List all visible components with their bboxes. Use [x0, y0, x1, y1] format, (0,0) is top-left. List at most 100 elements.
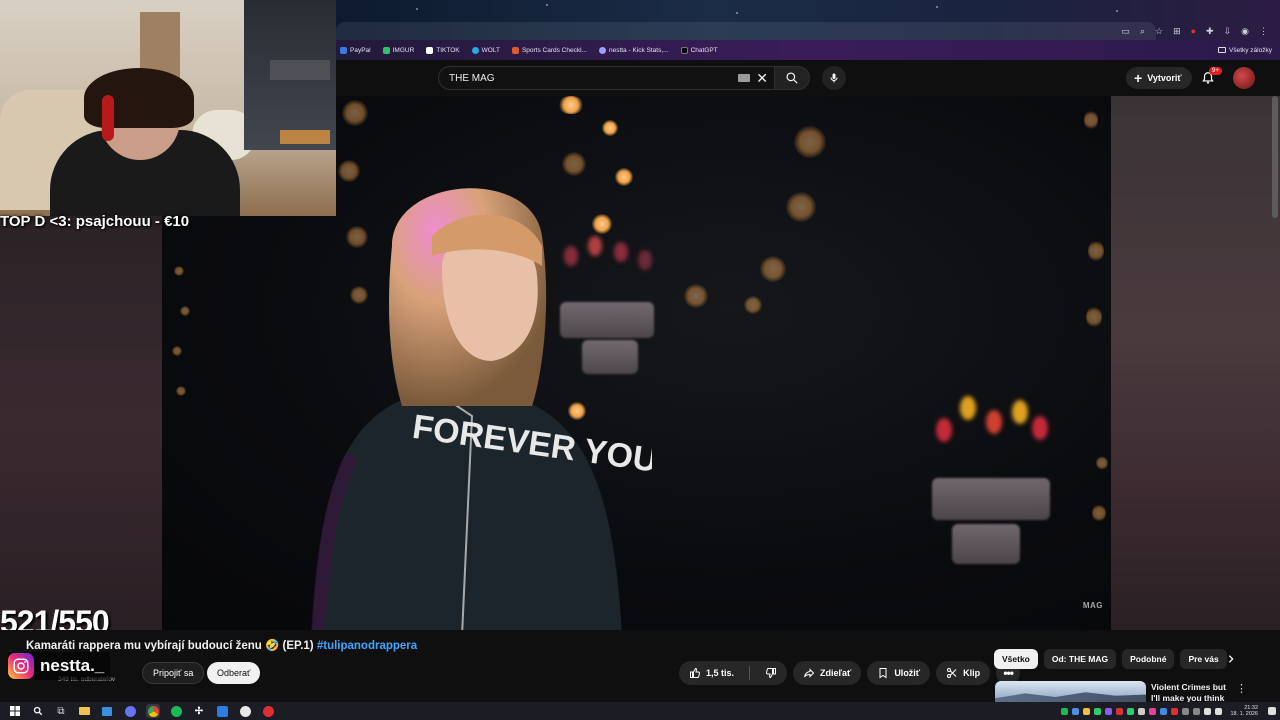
bookmark-item[interactable]: Sports Cards Checkl... [511, 46, 587, 54]
app-icon[interactable] [215, 704, 229, 718]
search-icon[interactable] [31, 704, 45, 718]
subscribe-button[interactable]: Odberať [207, 662, 261, 684]
tidal-icon[interactable]: ✢ [192, 704, 206, 718]
share-button[interactable]: Zdieľať [793, 661, 862, 685]
file-explorer-icon[interactable] [77, 704, 91, 718]
wifi-icon[interactable] [1204, 707, 1212, 715]
recommendation-thumbnail[interactable] [995, 681, 1146, 702]
bookmark-star-icon[interactable]: ☆ [1155, 26, 1163, 37]
address-bar[interactable] [336, 22, 1156, 40]
tray-icon[interactable] [1171, 707, 1179, 715]
bookmark-label: IMGUR [392, 46, 415, 54]
recorder-icon[interactable] [261, 704, 275, 718]
bookmark-item[interactable]: nestta - Kick Stats,... [598, 46, 669, 54]
chip-for-you[interactable]: Pre vás [1180, 649, 1227, 669]
bookmark-item[interactable]: WOLT [471, 46, 500, 54]
search-button[interactable] [774, 66, 810, 90]
discord-icon[interactable] [123, 704, 137, 718]
tray-icon[interactable] [1160, 707, 1168, 715]
obs-icon[interactable] [238, 704, 252, 718]
instagram-handle: nestta._ [40, 656, 105, 675]
dislike-button[interactable] [755, 661, 787, 685]
like-dislike-group: 1,5 tis. [679, 661, 788, 685]
bokeh-light [174, 266, 184, 276]
downloads-icon[interactable]: ⇩ [1224, 26, 1232, 37]
create-label: Vytvoriť [1147, 73, 1182, 83]
recommendation-menu-icon[interactable]: ⋮ [1236, 682, 1247, 695]
tray-icon[interactable] [1182, 707, 1190, 715]
bookmark-item[interactable]: IMGUR [382, 46, 415, 54]
chrome-icon[interactable] [146, 704, 160, 718]
chip-from-channel[interactable]: Od: THE MAG [1043, 649, 1117, 669]
join-button[interactable]: Pripojiť sa [142, 662, 205, 684]
tray-icon[interactable] [1149, 707, 1157, 715]
zoom-icon[interactable]: ⌕ [1140, 26, 1145, 37]
screen: ▭ ⌕ ☆ ⊞ ● ✚ ⇩ ◉ ⋮ PayPal IMGUR TIKTOK WO… [0, 0, 1280, 720]
browser-toolbar-icons: ▭ ⌕ ☆ ⊞ ● ✚ ⇩ ◉ ⋮ [1121, 22, 1268, 40]
account-avatar[interactable] [1233, 67, 1255, 89]
tray-icon[interactable] [1193, 707, 1201, 715]
task-view-icon[interactable]: ⧉ [54, 704, 68, 718]
bokeh-light [1088, 240, 1104, 262]
tray-icon[interactable] [1116, 707, 1124, 715]
tray-icon[interactable] [1138, 707, 1146, 715]
chip-similar[interactable]: Podobné [1122, 649, 1175, 669]
all-bookmarks[interactable]: Všetky záložky [1218, 40, 1272, 60]
video-hashtag[interactable]: #tulipanodrappera [317, 640, 417, 652]
save-button[interactable]: Uložiť [867, 661, 931, 685]
extensions-puzzle-icon[interactable]: ✚ [1206, 26, 1214, 37]
clear-search-icon[interactable]: ✕ [756, 70, 768, 87]
keyboard-icon[interactable] [738, 74, 750, 82]
windows-start-icon[interactable] [8, 704, 22, 718]
search-icon [786, 72, 798, 84]
bookmark-item[interactable]: PayPal [340, 46, 371, 54]
tray-icon[interactable] [1127, 707, 1135, 715]
planter-right-stand [952, 524, 1020, 564]
bokeh-light [602, 120, 618, 136]
video-title: Kamaráti rappera mu vybírají budoucí žen… [26, 638, 417, 652]
profile-icon[interactable]: ◉ [1241, 26, 1249, 37]
bookmark-label: WOLT [481, 46, 500, 54]
search-query: THE MAG [449, 72, 495, 84]
youtube-header: THE MAG ✕ + Vytvoriť 9+ [336, 60, 1280, 96]
browser-menu-icon[interactable]: ⋮ [1259, 26, 1268, 37]
notifications-button[interactable]: 9+ [1198, 67, 1222, 88]
record-icon[interactable]: ● [1191, 26, 1196, 36]
page-scrollbar[interactable] [1272, 96, 1278, 218]
streamer-webcam [0, 0, 336, 216]
bokeh-light [1084, 110, 1098, 130]
notification-center-icon[interactable] [1268, 707, 1276, 715]
tray-icon[interactable] [1094, 707, 1102, 715]
top-donation-text: TOP D <3: psajchouu - €10 [0, 213, 190, 230]
extension-icon[interactable]: ⊞ [1173, 26, 1181, 37]
tray-icon[interactable] [1061, 707, 1069, 715]
bokeh-light [172, 346, 182, 356]
spotify-icon[interactable] [169, 704, 183, 718]
voice-search-button[interactable] [822, 66, 846, 90]
clip-button[interactable]: Klip [936, 661, 991, 685]
chips-next-button[interactable] [1222, 650, 1240, 668]
instagram-overlay: nestta._ [8, 652, 111, 680]
bookmark-item[interactable]: TIKTOK [426, 46, 460, 54]
chip-all[interactable]: Všetko [994, 649, 1038, 669]
tray-icon[interactable] [1072, 707, 1080, 715]
create-button[interactable]: + Vytvoriť [1126, 67, 1192, 89]
like-button[interactable]: 1,5 tis. [679, 661, 744, 685]
bokeh-light [558, 96, 584, 114]
search-input[interactable]: THE MAG ✕ [438, 66, 774, 90]
recommendation-title[interactable]: Violent Crimes but I'll make you think [1151, 682, 1231, 704]
tray-icon[interactable] [1105, 707, 1113, 715]
cast-icon[interactable]: ▭ [1121, 26, 1130, 37]
notification-badge: 9+ [1209, 67, 1222, 75]
bokeh-light [760, 256, 786, 282]
system-clock[interactable]: 21:32 18. 1. 2026 [1230, 705, 1258, 718]
related-filter-chips: Všetko Od: THE MAG Podobné Pre vás [994, 649, 1227, 669]
bokeh-light [1092, 504, 1106, 522]
tray-icon[interactable] [1083, 707, 1091, 715]
bookmark-icon [879, 668, 887, 679]
bookmark-label: nestta - Kick Stats,... [608, 46, 669, 54]
store-icon[interactable] [100, 704, 114, 718]
ambient-right [1111, 96, 1280, 630]
volume-icon[interactable] [1215, 707, 1223, 715]
bookmark-item[interactable]: ChatGPT [680, 46, 718, 54]
